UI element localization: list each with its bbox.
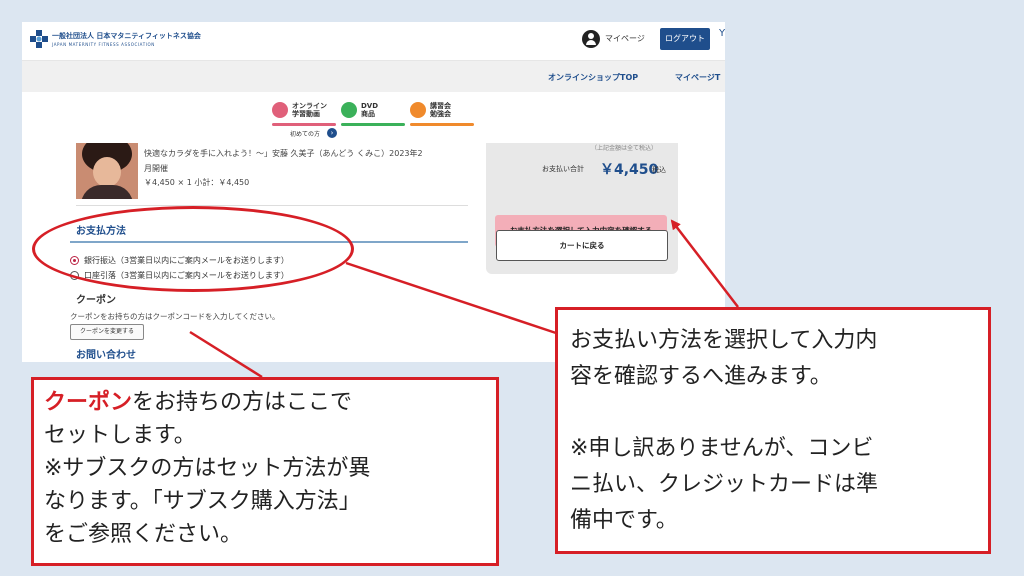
video-icon: [272, 102, 288, 118]
category-label: DVD 商品: [361, 102, 379, 118]
tax-label: 税込: [652, 166, 666, 174]
category-underline: [341, 123, 405, 126]
category-label: オンライン 学習動画: [292, 102, 327, 118]
org-subtitle: JAPAN MATERNITY FITNESS ASSOCIATION: [52, 42, 155, 47]
coupon-highlight: クーポン: [44, 390, 133, 415]
coupon-title: クーポン: [76, 295, 116, 306]
logout-button[interactable]: ログアウト: [660, 28, 710, 50]
callout-right-line2: 容を確認するへ進みます。: [570, 364, 832, 389]
product-photo: [76, 143, 138, 199]
total-price: ￥4,450: [600, 162, 659, 178]
nav-shop-top[interactable]: オンラインショップTOP: [548, 72, 638, 83]
category-seminar[interactable]: 講習会 勉強会: [410, 102, 474, 128]
coupon-callout: クーポンをお持ちの方はここで セットします。 ※サブスクの方はセット方法が異 な…: [31, 377, 499, 566]
header-cut-text: Y: [719, 28, 725, 39]
shop-nav: オンラインショップTOP マイページT: [22, 61, 725, 92]
mypage-link[interactable]: マイページ: [605, 33, 645, 44]
nav-mypage-top[interactable]: マイページT: [675, 72, 720, 83]
back-to-cart-button[interactable]: カートに戻る: [496, 230, 668, 261]
inquiry-title: お問い合わせ: [76, 350, 136, 361]
org-name[interactable]: 一般社団法人 日本マタニティフィットネス協会: [52, 31, 201, 41]
product-title-line2: 月開催: [144, 164, 168, 173]
summary-cut-text: （上記金額は全て税込）: [591, 145, 658, 152]
product-price: ￥4,450 × 1 小計：￥4,450: [144, 178, 250, 187]
category-dvd[interactable]: DVD 商品: [341, 102, 405, 128]
payment-callout: お支払い方法を選択して入力内 容を確認するへ進みます。 ※申し訳ありませんが、コ…: [555, 307, 991, 554]
callout-right-line4: ニ払い、クレジットカードは準: [570, 472, 879, 497]
callout-left-line3: ※サブスクの方はセット方法が異: [44, 456, 371, 481]
first-time-link[interactable]: 初めての方: [290, 129, 320, 138]
coupon-change-button[interactable]: クーポンを変更する: [70, 324, 144, 340]
product-title-line1: 快適なカラダを手に入れよう！〜」安藤 久美子（あんどう くみこ）2023年2: [144, 149, 423, 158]
total-label: お支払い合計: [542, 165, 584, 173]
user-icon[interactable]: [582, 30, 600, 48]
callout-left-line2: セットします。: [44, 423, 196, 448]
site-header: 一般社団法人 日本マタニティフィットネス協会 JAPAN MATERNITY F…: [22, 22, 725, 61]
callout-right-line3: ※申し訳ありませんが、コンビ: [570, 436, 874, 461]
callout-left-line4: なります。「サブスク購入方法」: [44, 489, 361, 514]
divider: [76, 205, 468, 206]
category-label: 講習会 勉強会: [430, 102, 451, 118]
callout-left-line1: をお持ちの方はここで: [132, 390, 353, 415]
callout-right-line5: 備中です。: [570, 508, 678, 533]
callout-left-line5: をご参照ください。: [44, 522, 243, 547]
category-underline: [272, 123, 336, 126]
callout-right-line1: お支払い方法を選択して入力内: [570, 328, 878, 353]
category-online-video[interactable]: オンライン 学習動画: [272, 102, 336, 128]
chevron-right-icon[interactable]: ›: [327, 128, 337, 138]
dvd-icon: [341, 102, 357, 118]
seminar-icon: [410, 102, 426, 118]
category-bar: オンライン 学習動画 DVD 商品 講習会 勉強会 初めての方 ›: [22, 93, 725, 143]
association-logo-icon[interactable]: [30, 30, 48, 48]
coupon-description: クーポンをお持ちの方はクーポンコードを入力してください。: [70, 312, 280, 321]
payment-highlight-oval: [32, 206, 354, 292]
category-underline: [410, 123, 474, 126]
